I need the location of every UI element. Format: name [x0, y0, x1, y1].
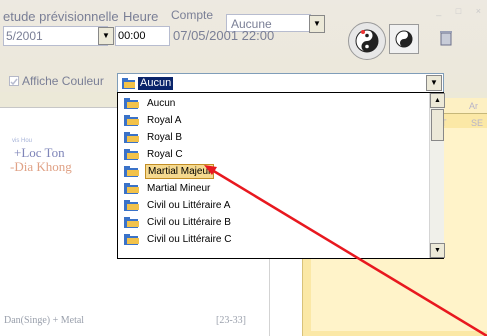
affiche-couleur-label: Affiche Couleur [22, 74, 104, 88]
row-cell: SE [471, 118, 484, 128]
yin-yang-small-button[interactable] [389, 24, 419, 54]
date-field[interactable]: 5/2001 [3, 26, 108, 46]
list-item-label: Royal A [147, 115, 182, 126]
header-col-a: Ar [469, 101, 478, 111]
footer-right-text: [23-33] [216, 315, 246, 326]
category-combo[interactable]: Aucun [117, 73, 444, 93]
datetime-value: 07/05/2001 22:00 [173, 28, 275, 43]
list-item[interactable]: Martial Mineur [119, 180, 429, 197]
dropdown-scrollbar[interactable]: ▲ ▼ [429, 93, 445, 258]
list-item-label: Martial Mineur [147, 183, 211, 194]
etude-label: etude prévisionnelle [3, 9, 119, 24]
list-item-label: Civil ou Littéraire B [147, 217, 231, 228]
trash-icon[interactable] [438, 29, 454, 47]
folder-icon [121, 76, 137, 93]
list-item-label: Aucun [147, 98, 176, 109]
list-item-label: Civil ou Littéraire C [147, 234, 232, 245]
folder-icon [123, 232, 141, 252]
list-item-label: Royal C [147, 149, 183, 160]
scroll-up-icon[interactable]: ▲ [430, 93, 445, 108]
compte-label: Compte [171, 8, 214, 22]
tiny-label: vis Hou [12, 138, 33, 144]
heure-value: 00:00 [118, 30, 146, 42]
list-item[interactable]: Civil ou Littéraire C [119, 231, 429, 248]
list-item-label: Royal B [147, 132, 183, 143]
heure-field[interactable]: 00:00 [115, 26, 170, 46]
scroll-thumb[interactable] [431, 109, 444, 141]
scroll-down-icon[interactable]: ▼ [430, 243, 445, 258]
chevron-down-icon[interactable]: ▼ [98, 27, 114, 45]
list-item-label: Martial Majeur [145, 164, 215, 179]
list-item-label: Civil ou Littéraire A [147, 200, 231, 211]
list-item[interactable]: Aucun [119, 95, 429, 112]
yin-yang-button[interactable] [348, 22, 386, 60]
selected-value: Aucun [138, 77, 174, 90]
category-dropdown-list: Aucun Royal A Royal B Royal C Martial Ma… [117, 92, 445, 259]
heure-label: Heure [123, 9, 159, 24]
window-controls[interactable]: _ □ × [436, 6, 487, 16]
chevron-down-icon[interactable]: ▼ [309, 15, 325, 33]
list-item[interactable]: Civil ou Littéraire B [119, 214, 429, 231]
yin-yang-icon [395, 30, 413, 48]
affiche-couleur-checkbox[interactable] [9, 76, 19, 86]
list-item[interactable]: Royal B [119, 129, 429, 146]
list-item[interactable]: Royal C [119, 146, 429, 163]
date-value: 5/2001 [6, 29, 43, 43]
list-item-highlighted[interactable]: Martial Majeur [119, 163, 429, 180]
list-item[interactable]: Civil ou Littéraire A [119, 197, 429, 214]
footer-left-text: Dan(Singe) + Metal [4, 315, 85, 326]
list-item[interactable]: Royal A [119, 112, 429, 129]
yin-yang-icon [355, 29, 379, 53]
dia-khong-text: -Dia Khong [10, 159, 72, 174]
chevron-down-icon[interactable]: ▼ [426, 75, 442, 91]
